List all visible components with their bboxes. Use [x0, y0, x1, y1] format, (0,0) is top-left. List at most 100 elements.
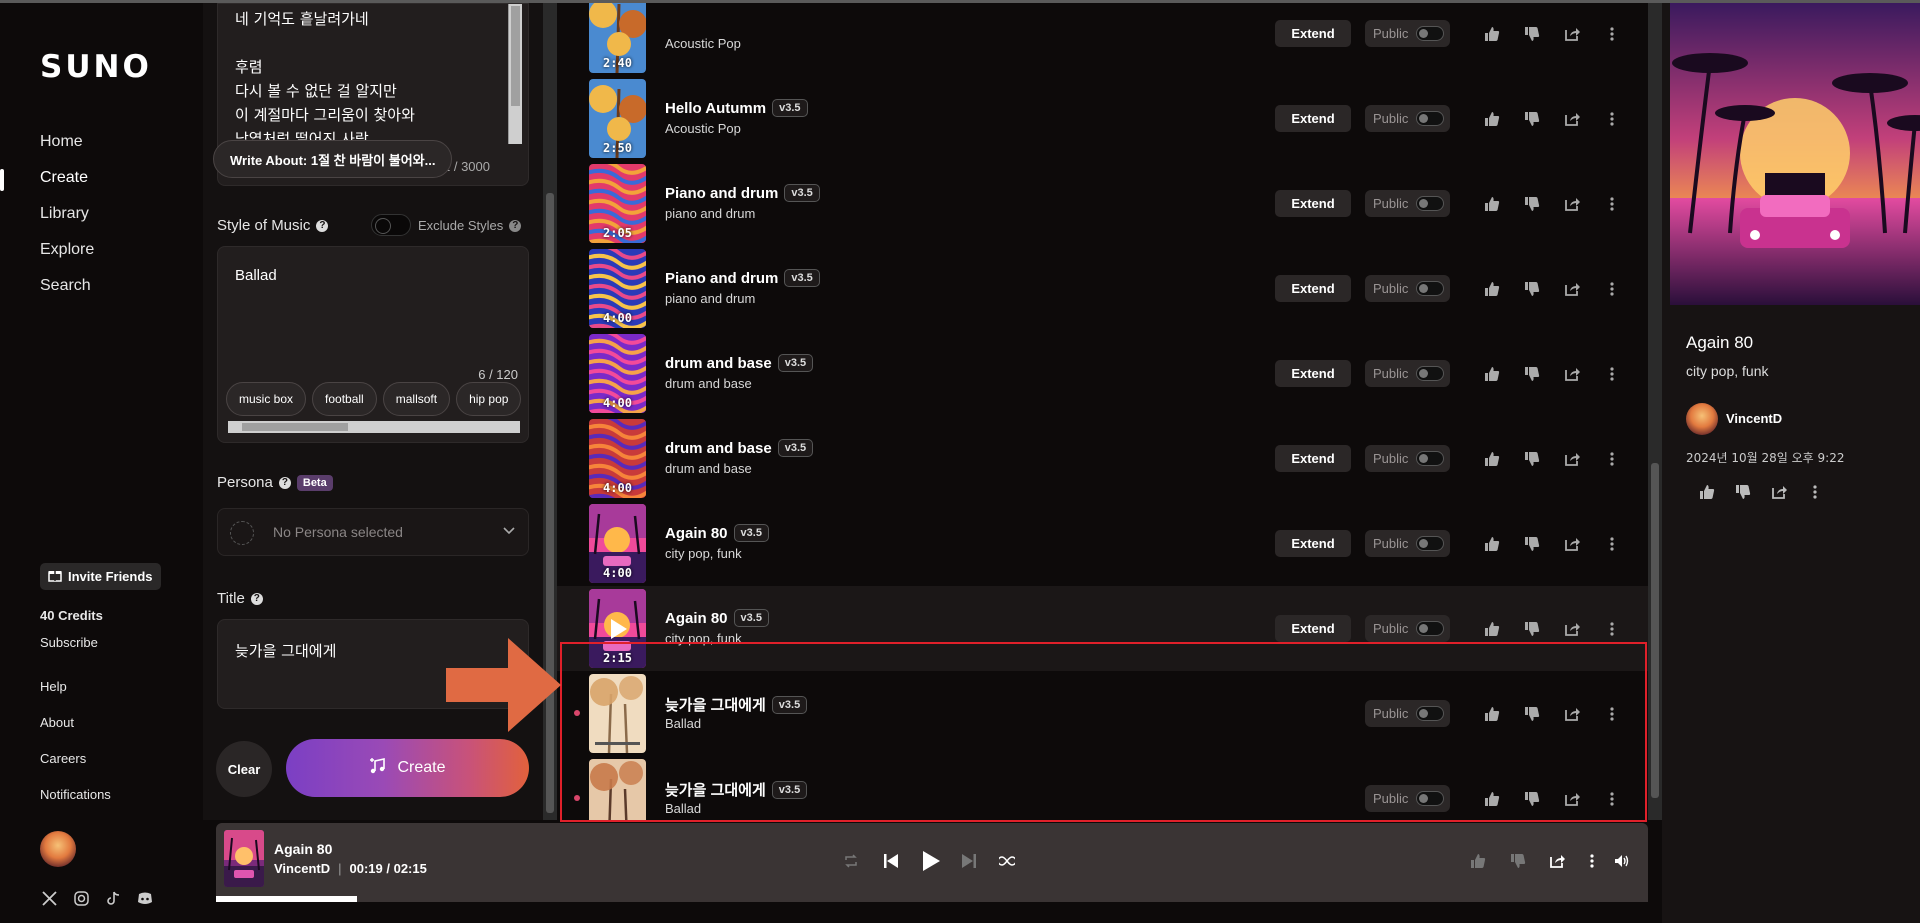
public-toggle[interactable]: Public [1365, 360, 1450, 387]
song-cover-art[interactable]: 4:00 [589, 504, 646, 583]
thumbs-up-icon[interactable] [1483, 450, 1501, 468]
share-icon[interactable] [1563, 280, 1581, 298]
public-switch[interactable] [1416, 196, 1444, 211]
public-switch[interactable] [1416, 366, 1444, 381]
thumbs-down-icon[interactable] [1523, 25, 1541, 43]
song-row[interactable]: 2:40 Acoustic Pop Extend Public [557, 3, 1648, 76]
public-switch[interactable] [1416, 26, 1444, 41]
song-title[interactable]: drum and base [665, 355, 772, 372]
public-toggle[interactable]: Public [1365, 445, 1450, 472]
nav-create[interactable]: Create [40, 169, 88, 187]
x-icon[interactable] [40, 889, 58, 907]
thumbs-up-icon[interactable] [1698, 483, 1716, 501]
chips-scrollbar[interactable] [228, 421, 520, 433]
share-icon[interactable] [1544, 848, 1570, 874]
clear-button[interactable]: Clear [216, 741, 272, 797]
extend-button[interactable]: Extend [1275, 615, 1351, 642]
more-icon[interactable] [1603, 450, 1621, 468]
thumbs-up-icon[interactable] [1465, 848, 1491, 874]
public-switch[interactable] [1416, 621, 1444, 636]
more-icon[interactable] [1806, 483, 1824, 501]
thumbs-up-icon[interactable] [1483, 110, 1501, 128]
more-icon[interactable] [1603, 280, 1621, 298]
thumbs-up-icon[interactable] [1483, 195, 1501, 213]
help-icon[interactable]: ? [278, 476, 291, 489]
song-style[interactable]: piano and drum [665, 206, 755, 221]
repeat-icon[interactable] [838, 848, 864, 874]
careers-link[interactable]: Careers [40, 751, 86, 766]
persona-select[interactable]: No Persona selected [217, 508, 529, 556]
nav-library[interactable]: Library [40, 205, 89, 223]
thumbs-down-icon[interactable] [1523, 280, 1541, 298]
song-row[interactable]: 4:00 Piano and drum v3.5 piano and drum Exte… [557, 246, 1648, 331]
thumbs-up-icon[interactable] [1483, 620, 1501, 638]
style-chip[interactable]: football [312, 382, 377, 416]
public-switch[interactable] [1416, 111, 1444, 126]
song-cover-art[interactable]: 2:05 [589, 164, 646, 243]
style-chip[interactable]: hip pop [456, 382, 522, 416]
play-icon[interactable] [918, 848, 944, 874]
song-row[interactable]: 2:05 Piano and drum v3.5 piano and drum Exte… [557, 161, 1648, 246]
player-title[interactable]: Again 80 [274, 841, 332, 857]
thumbs-down-icon[interactable] [1523, 450, 1541, 468]
thumbs-up-icon[interactable] [1483, 25, 1501, 43]
suno-logo[interactable]: SUNO [40, 49, 152, 85]
help-icon[interactable]: ? [316, 219, 329, 232]
thumbs-up-icon[interactable] [1483, 365, 1501, 383]
more-icon[interactable] [1603, 195, 1621, 213]
thumbs-up-icon[interactable] [1483, 280, 1501, 298]
public-toggle[interactable]: Public [1365, 275, 1450, 302]
help-link[interactable]: Help [40, 679, 67, 694]
song-title[interactable]: Piano and drum [665, 270, 778, 287]
style-chip[interactable]: mallsoft [382, 382, 451, 416]
song-title[interactable]: Again 80 [665, 525, 728, 542]
volume-icon[interactable] [1609, 848, 1635, 874]
artist-name[interactable]: VincentD [1726, 411, 1782, 426]
more-icon[interactable] [1579, 848, 1605, 874]
extend-button[interactable]: Extend [1275, 360, 1351, 387]
tiktok-icon[interactable] [104, 889, 122, 907]
create-button[interactable]: Create [286, 739, 529, 797]
song-row[interactable]: 2:50 Hello Autumm v3.5 Acoustic Pop Extend Pu… [557, 76, 1648, 161]
extend-button[interactable]: Extend [1275, 530, 1351, 557]
help-icon[interactable]: ? [250, 592, 263, 605]
song-cover-art[interactable]: 2:50 [589, 79, 646, 158]
nav-search[interactable]: Search [40, 277, 91, 295]
song-style[interactable]: drum and base [665, 376, 752, 391]
share-icon[interactable] [1563, 110, 1581, 128]
nav-explore[interactable]: Explore [40, 241, 94, 259]
subscribe-link[interactable]: Subscribe [40, 635, 98, 650]
thumbs-down-icon[interactable] [1523, 195, 1541, 213]
song-title[interactable]: Hello Autumm [665, 100, 766, 117]
share-icon[interactable] [1563, 25, 1581, 43]
exclude-styles-toggle[interactable] [371, 214, 411, 236]
song-style[interactable]: city pop, funk [665, 546, 742, 561]
song-style[interactable]: drum and base [665, 461, 752, 476]
style-chip[interactable]: music box [226, 382, 307, 416]
more-icon[interactable] [1603, 110, 1621, 128]
song-title[interactable]: drum and base [665, 440, 772, 457]
share-icon[interactable] [1563, 620, 1581, 638]
more-icon[interactable] [1603, 365, 1621, 383]
user-avatar[interactable] [40, 831, 76, 867]
discord-icon[interactable] [136, 889, 154, 907]
song-row[interactable]: 4:00 drum and base v3.5 drum and base Extend… [557, 416, 1648, 501]
extend-button[interactable]: Extend [1275, 275, 1351, 302]
share-icon[interactable] [1770, 483, 1788, 501]
help-icon[interactable]: ? [509, 219, 522, 232]
more-icon[interactable] [1603, 620, 1621, 638]
share-icon[interactable] [1563, 365, 1581, 383]
song-style[interactable]: piano and drum [665, 291, 755, 306]
public-switch[interactable] [1416, 451, 1444, 466]
lyrics-scrollbar[interactable] [508, 4, 522, 144]
public-switch[interactable] [1416, 536, 1444, 551]
previous-icon[interactable] [878, 848, 904, 874]
more-icon[interactable] [1603, 535, 1621, 553]
thumbs-down-icon[interactable] [1523, 620, 1541, 638]
thumbs-down-icon[interactable] [1734, 483, 1752, 501]
write-about-button[interactable]: Write About: 1절 찬 바람이 불어와... [213, 140, 453, 178]
player-artist[interactable]: VincentD [274, 861, 330, 876]
instagram-icon[interactable] [72, 889, 90, 907]
extend-button[interactable]: Extend [1275, 105, 1351, 132]
nav-home[interactable]: Home [40, 133, 83, 151]
